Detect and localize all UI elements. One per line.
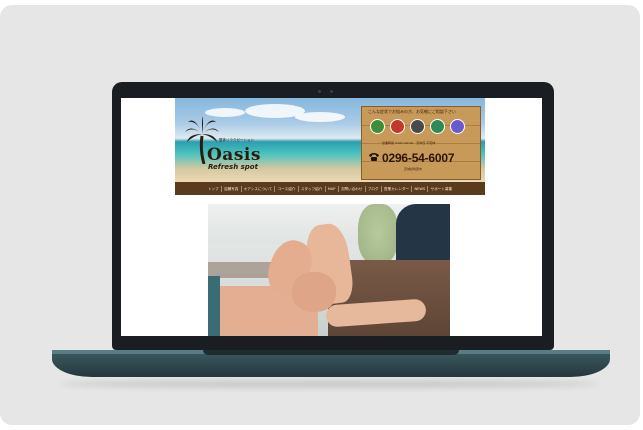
logo-tagline: Refresh spot xyxy=(208,163,258,171)
site-logo[interactable]: Oasis xyxy=(207,145,261,165)
symptom-badge xyxy=(370,119,385,134)
nav-item-courses[interactable]: コース紹介 xyxy=(275,185,299,192)
nav-item-support[interactable]: サポート募集 xyxy=(428,186,454,192)
site-header: 整体リラクゼーション Oasis Refresh spot こんな症状でお悩みの… xyxy=(175,98,485,182)
cloud xyxy=(295,112,345,122)
board-heading: こんな症状でお悩みの方、お気軽にご相談下さい xyxy=(368,109,456,114)
nav-item-news[interactable]: NEWS xyxy=(412,185,429,192)
board-address: 茨城県筑西市 xyxy=(404,167,423,171)
nav-item-blog[interactable]: ブログ xyxy=(366,185,382,192)
site-navbar: トップ 店舗写真 オアシスについて コース紹介 スタッフ紹介 MAP お問い合わ… xyxy=(175,182,485,195)
massage-photo xyxy=(208,204,450,336)
symptom-badge xyxy=(390,119,405,134)
phone-icon xyxy=(369,153,379,161)
nav-item-map[interactable]: MAP xyxy=(326,185,339,192)
logo-kicker: 整体リラクゼーション xyxy=(219,138,254,142)
laptop-screen: 整体リラクゼーション Oasis Refresh spot こんな症状でお悩みの… xyxy=(121,98,542,336)
symptom-badge xyxy=(430,119,445,134)
info-board: こんな症状でお悩みの方、お気軽にご相談下さい 営業時間 9:00～22:00 定… xyxy=(361,106,481,180)
symptom-badge xyxy=(450,119,465,134)
board-hours: 営業時間 9:00～22:00 定休日 不定休 xyxy=(382,141,436,145)
camera-dot xyxy=(318,90,321,93)
camera-lens xyxy=(330,90,333,93)
nav-item-contact[interactable]: お問い合わせ xyxy=(339,185,366,192)
symptom-badge xyxy=(410,119,425,134)
nav-item-top[interactable]: トップ xyxy=(206,185,222,192)
nav-item-staff[interactable]: スタッフ紹介 xyxy=(299,185,326,192)
nav-item-calendar[interactable]: 営業カレンダー xyxy=(382,185,413,192)
laptop-hinge xyxy=(203,350,459,355)
nav-item-photos[interactable]: 店舗写真 xyxy=(222,185,242,192)
phone-number[interactable]: 0296-54-6007 xyxy=(382,151,455,165)
nav-item-about[interactable]: オアシスについて xyxy=(242,185,276,192)
laptop-shadow xyxy=(60,380,600,388)
